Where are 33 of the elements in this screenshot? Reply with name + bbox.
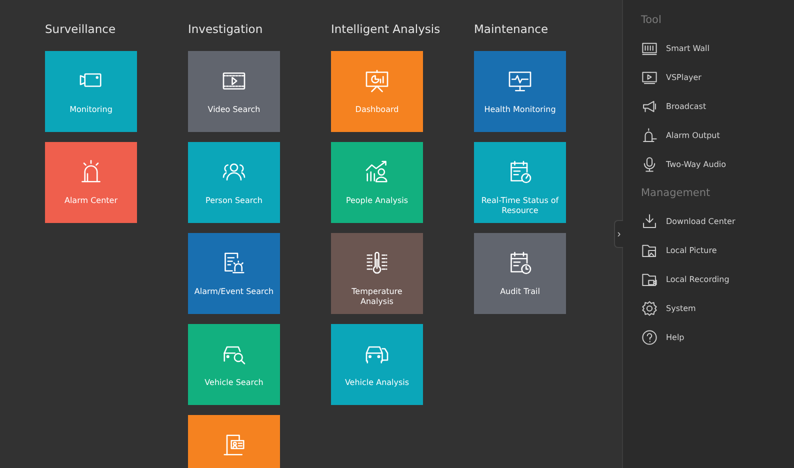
module-tile[interactable]: Audit Trail [474, 233, 566, 314]
module-tile[interactable]: Health Monitoring [474, 51, 566, 132]
menu-item[interactable]: Download Center [641, 207, 794, 236]
section-title: Maintenance [474, 21, 548, 38]
video-wall-icon [641, 40, 658, 57]
menu-item[interactable]: Two-Way Audio [641, 150, 794, 179]
collapse-handle[interactable]: › [614, 220, 623, 248]
section-title: Investigation [188, 21, 263, 38]
megaphone-icon [641, 98, 658, 115]
folder-camera-icon [641, 271, 658, 288]
section-title: Management [641, 187, 712, 201]
module-tile[interactable]: Video Search [188, 51, 280, 132]
chart-board-icon [363, 67, 391, 95]
module-tile[interactable]: Alarm/Event Search [188, 233, 280, 314]
help-icon [641, 329, 658, 346]
menu-item[interactable]: System [641, 294, 794, 323]
menu-item[interactable]: Local Picture [641, 236, 794, 265]
menu-item[interactable]: VSPlayer [641, 63, 794, 92]
menu-item[interactable]: Broadcast [641, 92, 794, 121]
section-title: Intelligent Analysis [331, 21, 440, 38]
section-title: Surveillance [45, 21, 116, 38]
menu-item[interactable]: Smart Wall [641, 34, 794, 63]
section-title: Tool [641, 14, 662, 28]
download-icon [641, 213, 658, 230]
menu-item[interactable]: Help [641, 323, 794, 352]
microphone-icon [641, 156, 658, 173]
settings-icon [641, 300, 658, 317]
siren-icon [641, 127, 658, 144]
player-icon [641, 69, 658, 86]
menu-item[interactable]: Alarm Output [641, 121, 794, 150]
menu-item[interactable]: Local Recording [641, 265, 794, 294]
module-tile[interactable]: Temperature Analysis [331, 233, 423, 314]
folder-picture-icon [641, 242, 658, 259]
